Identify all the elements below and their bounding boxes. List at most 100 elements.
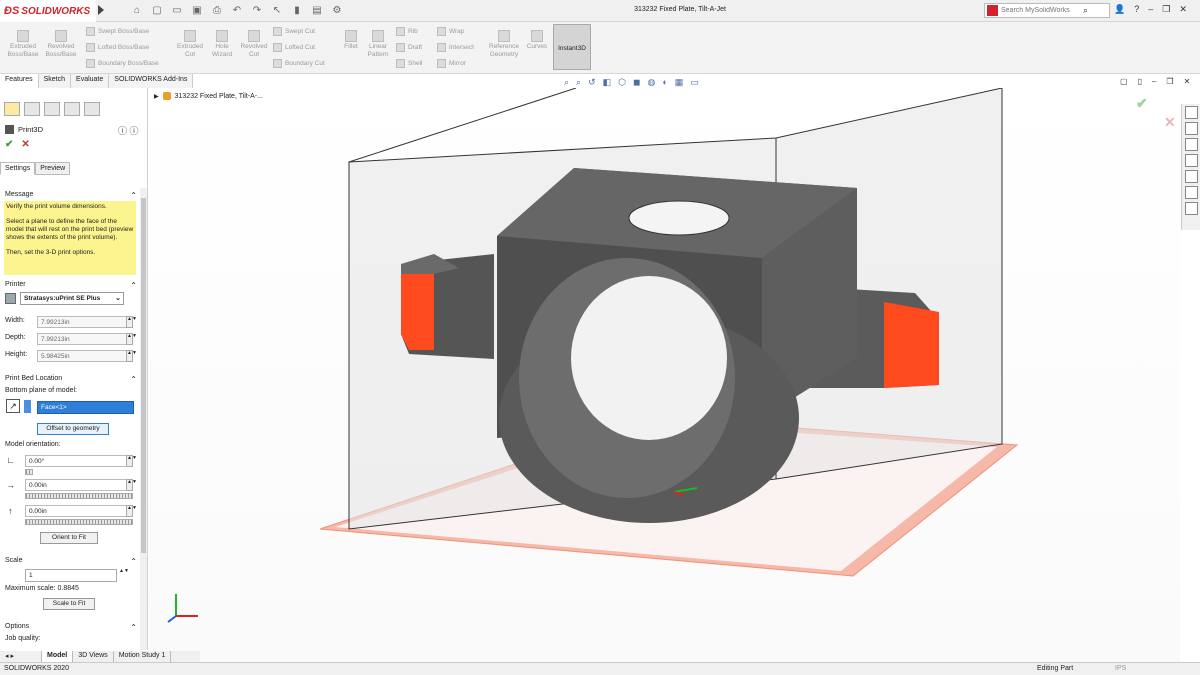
confirm-ok-icon[interactable]: ✔ xyxy=(1136,95,1148,112)
printer-section-header[interactable]: Printer ⌃ xyxy=(5,281,137,290)
confirm-cancel-icon[interactable]: ✕ xyxy=(1164,114,1176,131)
forum-icon[interactable] xyxy=(1184,202,1198,215)
scale-section-header[interactable]: Scale ⌃ xyxy=(5,557,137,566)
message-section-header[interactable]: Message ⌃ xyxy=(5,191,137,200)
scale-field[interactable]: 1 xyxy=(25,569,117,582)
pm-scrollbar[interactable] xyxy=(140,188,147,650)
feature-tree-icon[interactable] xyxy=(4,102,20,116)
lofted-boss-button[interactable]: Lofted Boss/Base xyxy=(86,43,149,52)
file-properties-icon[interactable]: ▤ xyxy=(310,4,324,18)
section-view-icon[interactable]: ◧ xyxy=(603,77,612,88)
menu-expand-icon[interactable] xyxy=(98,5,104,15)
restore-icon[interactable]: ❐ xyxy=(1166,77,1173,86)
x-offset-slider[interactable] xyxy=(25,493,133,499)
hide-show-icon[interactable]: ◍ xyxy=(648,77,656,88)
file-explorer-icon[interactable] xyxy=(1184,154,1198,167)
tab-model[interactable]: Model xyxy=(42,651,74,662)
swept-cut-button[interactable]: Swept Cut xyxy=(273,27,315,36)
search-input[interactable] xyxy=(1001,7,1081,14)
view-settings-icon[interactable]: ▭ xyxy=(690,77,699,88)
select-face-icon[interactable]: ↗ xyxy=(6,399,20,413)
width-field[interactable]: 7.99213in xyxy=(37,316,133,328)
fillet-button[interactable]: Fillet xyxy=(340,30,362,51)
tab-scroll-arrows[interactable]: ◂ ▸ xyxy=(0,651,42,662)
extruded-boss-button[interactable]: Extruded Boss/Base xyxy=(6,30,40,59)
custom-properties-icon[interactable] xyxy=(1184,186,1198,199)
scale-to-fit-button[interactable]: Scale to Fit xyxy=(43,598,95,610)
feature-tree-flyout[interactable]: ▶ 313232 Fixed Plate, Tilt-A-... xyxy=(154,92,263,100)
home-icon[interactable] xyxy=(1184,106,1198,119)
hole-wizard-button[interactable]: Hole Wizard xyxy=(208,30,236,59)
printer-select[interactable]: Stratasys:uPrint SE Plus ⌄ xyxy=(20,292,124,305)
dimxpert-icon[interactable] xyxy=(64,102,80,116)
y-offset-field[interactable]: 0.00in xyxy=(25,505,133,517)
help-icons[interactable]: ⓘ ⓘ xyxy=(118,124,139,137)
y-offset-spinner[interactable]: ▲▼ xyxy=(126,505,137,517)
ok-check-icon[interactable]: ✔ xyxy=(5,139,13,150)
display-manager-icon[interactable] xyxy=(84,102,100,116)
collapse-icon[interactable]: ⌃ xyxy=(130,623,137,632)
tab-3d-views[interactable]: 3D Views xyxy=(73,651,114,662)
tab-preview[interactable]: Preview xyxy=(35,162,71,175)
height-spinner[interactable]: ▲▼ xyxy=(126,350,137,362)
draft-button[interactable]: Draft xyxy=(396,43,422,52)
mirror-button[interactable]: Mirror xyxy=(437,59,466,68)
configuration-manager-icon[interactable] xyxy=(44,102,60,116)
tab-add-ins[interactable]: SOLIDWORKS Add-Ins xyxy=(109,74,194,88)
appearance-icon[interactable]: ◐ xyxy=(662,77,667,88)
cancel-x-icon[interactable]: ✕ xyxy=(21,139,29,150)
width-spinner[interactable]: ▲▼ xyxy=(126,316,137,328)
scrollbar-thumb[interactable] xyxy=(141,198,146,553)
open-folder-icon[interactable]: ▭ xyxy=(170,4,184,18)
graphics-area[interactable]: ▶ 313232 Fixed Plate, Tilt-A-... ✔ ✕ xyxy=(149,88,1180,662)
curves-button[interactable]: Curves xyxy=(525,30,549,51)
lofted-cut-button[interactable]: Lofted Cut xyxy=(273,43,315,52)
tab-sketch[interactable]: Sketch xyxy=(38,74,72,88)
print-bed-section-header[interactable]: Print Bed Location ⌃ xyxy=(5,375,137,384)
tab-motion-study[interactable]: Motion Study 1 xyxy=(114,651,172,662)
search-icon[interactable]: ⌕ xyxy=(1083,5,1088,16)
rotation-field[interactable]: 0.00° xyxy=(25,455,133,467)
property-manager-icon[interactable] xyxy=(24,102,40,116)
tab-settings[interactable]: Settings xyxy=(0,162,36,175)
resources-icon[interactable] xyxy=(1184,122,1198,135)
zoom-to-fit-icon[interactable]: ⌕ xyxy=(564,77,569,88)
search-box[interactable]: ⌕ xyxy=(984,3,1110,18)
swept-boss-button[interactable]: Swept Boss/Base xyxy=(86,27,149,36)
x-offset-spinner[interactable]: ▲▼ xyxy=(126,479,137,491)
revolved-boss-button[interactable]: Revolved Boss/Base xyxy=(44,30,78,59)
intersect-button[interactable]: Intersect xyxy=(437,43,474,52)
rotation-slider[interactable] xyxy=(25,469,33,475)
collapse-icon[interactable]: ⌃ xyxy=(130,191,137,200)
x-offset-field[interactable]: 0.00in xyxy=(25,479,133,491)
collapse-icon[interactable]: ⌃ xyxy=(130,375,137,384)
options-gear-icon[interactable]: ⚙ xyxy=(330,4,344,18)
rotation-spinner[interactable]: ▲▼ xyxy=(126,455,137,467)
close-icon[interactable]: ✕ xyxy=(1184,77,1191,86)
save-icon[interactable]: ▣ xyxy=(190,4,204,18)
tile-icon[interactable]: ▢ xyxy=(1120,77,1128,86)
view-orientation-icon[interactable]: ⬡ xyxy=(618,77,626,88)
depth-field[interactable]: 7.99213in xyxy=(37,333,133,345)
rebuild-icon[interactable]: ▮ xyxy=(290,4,304,18)
height-field[interactable]: 5.98425in xyxy=(37,350,133,362)
solidworks-logo[interactable]: ƉS SOLIDWORKS xyxy=(0,0,96,22)
minimize-icon[interactable]: – xyxy=(1152,77,1156,86)
new-document-icon[interactable]: ▢ xyxy=(150,4,164,18)
bottom-plane-selection[interactable]: Face<1> xyxy=(37,401,134,414)
extruded-cut-button[interactable]: Extruded Cut xyxy=(174,30,206,59)
revolved-cut-button[interactable]: Revolved Cut xyxy=(238,30,270,59)
collapse-icon[interactable]: ⌃ xyxy=(130,281,137,290)
zoom-area-icon[interactable]: ⌕ xyxy=(576,77,581,88)
tab-features[interactable]: Features xyxy=(0,74,39,88)
close-icon[interactable]: ✕ xyxy=(1179,4,1187,15)
offset-to-geometry-button[interactable]: Offset to geometry xyxy=(37,423,109,435)
print-icon[interactable]: ⎙ xyxy=(210,4,224,18)
display-style-icon[interactable]: ◼ xyxy=(633,77,640,88)
minimize-icon[interactable]: – xyxy=(1148,4,1153,15)
options-section-header[interactable]: Options ⌃ xyxy=(5,623,137,632)
scale-spinner[interactable]: ▲▼ xyxy=(119,569,129,581)
collapse-icon[interactable]: ⌃ xyxy=(130,557,137,566)
reference-geometry-button[interactable]: Reference Geometry xyxy=(486,30,522,59)
y-offset-slider[interactable] xyxy=(25,519,133,525)
